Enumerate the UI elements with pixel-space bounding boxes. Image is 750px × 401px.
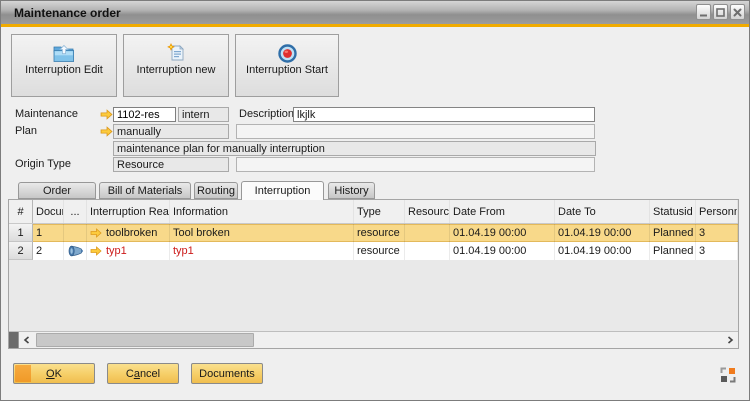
horizontal-scrollbar[interactable] xyxy=(9,331,738,348)
ok-button[interactable]: OK xyxy=(13,363,95,384)
accent-bar xyxy=(1,24,749,27)
col-header-personnel: Personn xyxy=(696,200,738,223)
new-document-icon xyxy=(166,42,186,64)
plan-field: manually xyxy=(113,124,229,139)
col-header-information: Information xyxy=(170,200,354,223)
plan-link-arrow-icon[interactable] xyxy=(100,126,113,137)
date-from-cell: 01.04.19 00:00 xyxy=(450,224,555,242)
type-cell: resource xyxy=(354,242,405,260)
tab-interruption[interactable]: Interruption xyxy=(241,181,324,200)
row-icon-cell xyxy=(64,224,87,242)
maintenance-input[interactable] xyxy=(113,107,176,122)
record-icon xyxy=(278,42,297,64)
col-header-interruption-reason: Interruption Reaso xyxy=(87,200,170,223)
personnel-cell: 3 xyxy=(696,242,738,260)
resource-cell xyxy=(405,224,450,242)
date-to-cell: 01.04.19 00:00 xyxy=(555,224,650,242)
col-header-document: Docum xyxy=(33,200,64,223)
resource-cell xyxy=(405,242,450,260)
row-number-cell: 2 xyxy=(9,242,33,260)
reason-cell: toolbroken xyxy=(87,224,170,242)
maintenance-link-arrow-icon[interactable] xyxy=(100,109,113,120)
plan-extra-field xyxy=(236,124,595,139)
scroll-left-button[interactable] xyxy=(19,332,35,348)
interruption-start-label: Interruption Start xyxy=(242,64,332,77)
col-header-resource: Resource xyxy=(405,200,450,223)
col-header-date-from: Date From xyxy=(450,200,555,223)
statusid-cell: Planned xyxy=(650,224,696,242)
personnel-cell: 3 xyxy=(696,224,738,242)
description-label: Description xyxy=(239,107,294,122)
reason-text: typ1 xyxy=(106,245,127,257)
interruption-new-label: Interruption new xyxy=(131,64,221,77)
col-header-row-number: # xyxy=(9,200,33,223)
reason-cell: typ1 xyxy=(87,242,170,260)
interruption-edit-label: Interruption Edit xyxy=(19,64,109,77)
chevron-right-icon xyxy=(726,336,734,344)
cancel-button[interactable]: Cancel xyxy=(107,363,179,384)
table-row[interactable]: 2 2 typ1 typ1 resource 01.04.19 00:00 01… xyxy=(9,242,738,260)
interruption-table: # Docum ... Interruption Reaso Informati… xyxy=(8,199,739,349)
tab-order[interactable]: Order xyxy=(18,182,96,199)
plan-label: Plan xyxy=(15,124,37,139)
maximize-icon xyxy=(715,7,726,18)
document-cell: 2 xyxy=(33,242,64,260)
row-number-cell: 1 xyxy=(9,224,33,242)
description-field[interactable]: lkjlk xyxy=(293,107,595,122)
tab-routing[interactable]: Routing xyxy=(194,182,238,199)
maintenance-label: Maintenance xyxy=(15,107,78,122)
window-title: Maintenance order xyxy=(14,6,121,20)
interruption-new-button[interactable]: Interruption new xyxy=(123,34,229,97)
link-arrow-icon[interactable] xyxy=(90,246,102,256)
tab-history[interactable]: History xyxy=(328,182,375,199)
col-header-statusid: Statusid xyxy=(650,200,696,223)
plan-note-field: maintenance plan for manually interrupti… xyxy=(113,141,596,156)
scrollbar-thumb[interactable] xyxy=(36,333,254,347)
default-button-indicator xyxy=(15,365,31,382)
col-header-date-to: Date To xyxy=(555,200,650,223)
interruption-edit-button[interactable]: Interruption Edit xyxy=(11,34,117,97)
maintenance-order-window: Maintenance order Interruption Edit xyxy=(0,0,750,401)
table-header-row: # Docum ... Interruption Reaso Informati… xyxy=(9,200,738,224)
reason-text: toolbroken xyxy=(106,227,157,239)
link-arrow-icon[interactable] xyxy=(90,228,102,238)
date-to-cell: 01.04.19 00:00 xyxy=(555,242,650,260)
origin-type-label: Origin Type xyxy=(15,157,71,172)
close-button[interactable] xyxy=(730,4,745,20)
information-cell: Tool broken xyxy=(170,224,354,242)
document-cell: 1 xyxy=(33,224,64,242)
scroll-right-button[interactable] xyxy=(722,332,738,348)
table-row[interactable]: 1 1 toolbroken Tool broken resource 01.0… xyxy=(9,224,738,242)
folder-open-icon xyxy=(53,42,75,64)
date-from-cell: 01.04.19 00:00 xyxy=(450,242,555,260)
minimize-icon xyxy=(698,7,709,18)
close-icon xyxy=(732,7,743,18)
minimize-button[interactable] xyxy=(696,4,711,20)
title-bar: Maintenance order xyxy=(1,1,749,24)
maximize-button[interactable] xyxy=(713,4,728,20)
information-cell: typ1 xyxy=(170,242,354,260)
megaphone-icon xyxy=(64,242,87,260)
interruption-start-button[interactable]: Interruption Start xyxy=(235,34,339,97)
origin-type-extra-field xyxy=(236,157,595,172)
col-header-type: Type xyxy=(354,200,405,223)
chevron-left-icon xyxy=(23,336,31,344)
documents-button[interactable]: Documents xyxy=(191,363,263,384)
col-header-ellipsis: ... xyxy=(64,200,87,223)
tab-bill-of-materials[interactable]: Bill of Materials xyxy=(99,182,191,199)
origin-type-field: Resource xyxy=(113,157,229,172)
resize-grip-icon[interactable] xyxy=(720,367,736,383)
type-cell: resource xyxy=(354,224,405,242)
scrollbar-split-handle[interactable] xyxy=(9,332,19,348)
statusid-cell: Planned xyxy=(650,242,696,260)
maintenance-type-field: intern xyxy=(178,107,229,122)
